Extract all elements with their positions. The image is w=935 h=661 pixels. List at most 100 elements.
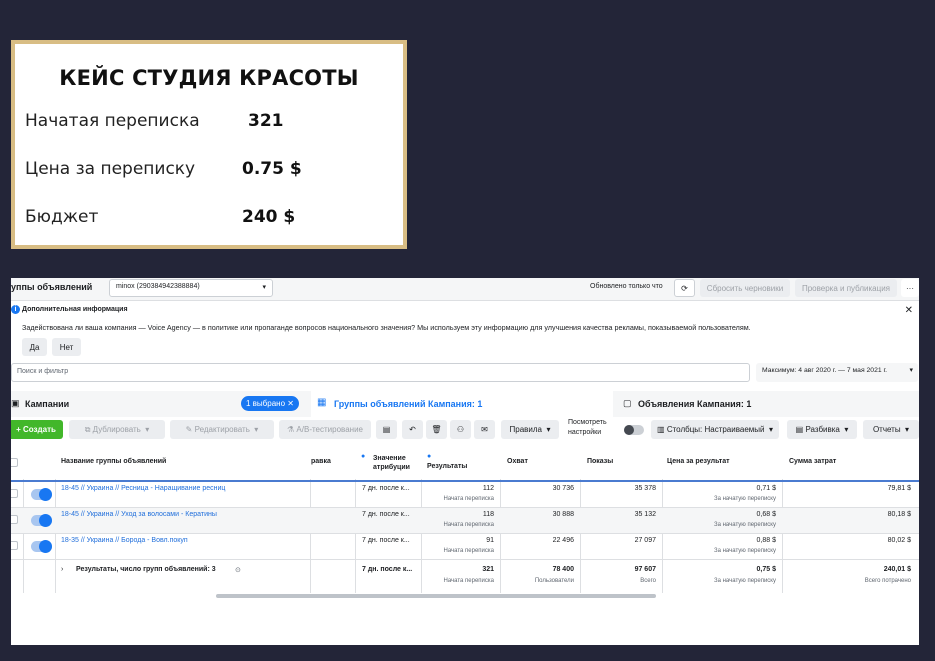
view-settings-toggle[interactable] xyxy=(624,425,644,435)
adsets-table: Название группы объявлений равка ● Значе… xyxy=(11,446,919,596)
results-sub: Начата переписка xyxy=(443,522,494,528)
close-icon: ✕ xyxy=(287,399,294,408)
people-icon[interactable]: ⚇ xyxy=(450,420,471,439)
row-toggle[interactable] xyxy=(31,540,52,553)
view-settings-label: Посмотреть настройки xyxy=(568,419,607,436)
results-value: 118 xyxy=(482,511,494,518)
row-checkbox[interactable] xyxy=(11,515,18,524)
tab-adsets[interactable]: ▦ Группы объявлений Кампания: 1 xyxy=(311,391,613,417)
trash-icon[interactable]: 🗑 xyxy=(426,420,447,439)
ads-manager-panel: уппы объявлений minox (290384942388884) … xyxy=(11,278,919,645)
tab-ads[interactable]: ▢ Объявления Кампания: 1 xyxy=(615,391,919,417)
adset-name-link[interactable]: 18-45 // Украина // Ресница - Наращивани… xyxy=(61,485,225,492)
col-rule[interactable]: равка xyxy=(311,458,331,465)
no-button[interactable]: Нет xyxy=(52,338,81,356)
col-reach[interactable]: Охват xyxy=(507,458,528,465)
account-select[interactable]: minox (290384942388884) ▾ xyxy=(109,279,273,297)
columns-icon: ▥ xyxy=(657,425,667,434)
tab-campaigns[interactable]: ▣ Кампании 1 выбрано ✕ xyxy=(11,391,309,417)
col-attribution[interactable]: Значение атрибуции xyxy=(373,454,410,472)
metric-value-chats: 321 xyxy=(248,111,284,131)
col-spent[interactable]: Сумма затрат xyxy=(789,458,836,465)
cost-sub: За начатую переписку xyxy=(713,496,776,502)
discard-drafts-button[interactable]: Сбросить черновики xyxy=(700,279,790,297)
cost-value: 0,68 $ xyxy=(756,511,776,518)
attribution-value: 7 дн. после к... xyxy=(362,485,410,492)
close-icon[interactable]: ✕ xyxy=(905,305,913,316)
duplicate-button[interactable]: ⧉ Дублировать ▾ xyxy=(69,420,165,439)
col-results[interactable]: Результаты xyxy=(427,463,467,470)
impressions-value: 35 378 xyxy=(634,485,656,492)
create-button[interactable]: + Создать xyxy=(11,420,63,439)
tab-campaigns-label: Кампании xyxy=(25,399,70,409)
search-input[interactable]: Поиск и фильтр xyxy=(11,363,750,382)
info-icon: i xyxy=(11,305,20,314)
row-checkbox[interactable] xyxy=(11,489,18,498)
results-sub: Начата переписка xyxy=(443,496,494,502)
chevron-right-icon[interactable]: › xyxy=(61,566,63,573)
edit-button[interactable]: ✎ Редактировать ▾ xyxy=(170,420,274,439)
row-toggle[interactable] xyxy=(31,514,52,527)
reports-button[interactable]: Отчеты ▾ xyxy=(863,420,919,439)
search-row: Поиск и фильтр Максимум: 4 авг 2020 г. —… xyxy=(11,363,919,383)
yes-button[interactable]: Да xyxy=(22,338,47,356)
row-toggle[interactable] xyxy=(31,488,52,501)
metric-label-budget: Бюджет xyxy=(25,207,99,227)
horizontal-scrollbar[interactable] xyxy=(216,594,656,598)
rules-button[interactable]: Правила ▾ xyxy=(501,420,559,439)
more-menu-icon[interactable]: ··· xyxy=(901,279,919,297)
adset-name-link[interactable]: 18-35 // Украина // Борода - Вовл.покуп xyxy=(61,537,188,544)
undo-icon[interactable]: ↶ xyxy=(402,420,423,439)
selected-badge[interactable]: 1 выбрано ✕ xyxy=(241,396,299,411)
columns-label: Столбцы: Настраиваемый xyxy=(666,425,765,434)
col-impressions[interactable]: Показы xyxy=(587,458,613,465)
tab-ads-label: Объявления Кампания: 1 xyxy=(638,399,752,409)
ab-test-button[interactable]: ⚗ A/B-тестирование xyxy=(279,420,371,439)
breakdown-button[interactable]: ▤ Разбивка ▾ xyxy=(787,420,857,439)
review-publish-button[interactable]: Проверка и публикация xyxy=(795,279,897,297)
date-range-select[interactable]: Максимум: 4 авг 2020 г. — 7 мая 2021 г. … xyxy=(756,363,918,382)
metric-label-chats: Начатая переписка xyxy=(25,111,200,131)
totals-cost-sub: За начатую переписку xyxy=(713,578,776,584)
spent-value: 79,81 $ xyxy=(887,485,911,492)
notice-banner: i Дополнительная информация Задействован… xyxy=(11,301,919,361)
breakdown-icon: ▤ xyxy=(795,425,806,434)
select-all-checkbox[interactable] xyxy=(11,458,18,467)
totals-label: Результаты, число групп объявлений: 3 xyxy=(76,566,216,573)
totals-reach-sub: Пользователи xyxy=(534,578,574,584)
comment-icon[interactable]: ✉ xyxy=(474,420,495,439)
table-row[interactable]: 18-35 // Украина // Борода - Вовл.покуп … xyxy=(11,534,919,559)
reach-value: 30 736 xyxy=(552,485,574,492)
rules-label: Правила xyxy=(509,425,542,434)
totals-cost: 0,75 $ xyxy=(756,566,776,573)
table-header: Название группы объявлений равка ● Значе… xyxy=(11,446,919,479)
search-placeholder: Поиск и фильтр xyxy=(17,368,69,375)
table-row[interactable]: 18-45 // Украина // Ресница - Наращивани… xyxy=(11,482,919,507)
table-row[interactable]: 18-45 // Украина // Уход за волосами - К… xyxy=(11,508,919,533)
metric-value-budget: 240 $ xyxy=(242,207,296,227)
col-cost[interactable]: Цена за результат xyxy=(667,458,730,465)
attribution-value: 7 дн. после к... xyxy=(362,537,410,544)
top-bar: уппы объявлений minox (290384942388884) … xyxy=(11,278,919,300)
reach-value: 22 496 xyxy=(552,537,574,544)
impressions-value: 27 097 xyxy=(634,537,656,544)
case-card: КЕЙС СТУДИЯ КРАСОТЫ Начатая переписка 32… xyxy=(11,40,407,249)
cost-value: 0,88 $ xyxy=(756,537,776,544)
columns-button[interactable]: ▥ Столбцы: Настраиваемый ▾ xyxy=(651,420,779,439)
flask-icon: ⚗ xyxy=(287,425,297,434)
adset-name-link[interactable]: 18-45 // Украина // Уход за волосами - К… xyxy=(61,511,217,518)
clipboard-icon[interactable]: ▤ xyxy=(376,420,397,439)
create-label: Создать xyxy=(23,425,56,434)
reports-label: Отчеты xyxy=(872,425,901,434)
level-tabs: ▣ Кампании 1 выбрано ✕ ▦ Группы объявлен… xyxy=(11,391,919,417)
refresh-icon[interactable]: ⟳ xyxy=(674,279,695,297)
results-value: 91 xyxy=(486,537,494,544)
page-title: уппы объявлений xyxy=(11,282,93,292)
col-name[interactable]: Название группы объявлений xyxy=(61,458,166,465)
info-icon: ⊙ xyxy=(235,567,241,574)
metric-label-cost: Цена за переписку xyxy=(25,159,196,179)
pencil-icon: ✎ xyxy=(185,425,195,434)
chevron-down-icon: ▾ xyxy=(909,367,913,374)
row-checkbox[interactable] xyxy=(11,541,18,550)
info-icon: ● xyxy=(427,453,432,460)
